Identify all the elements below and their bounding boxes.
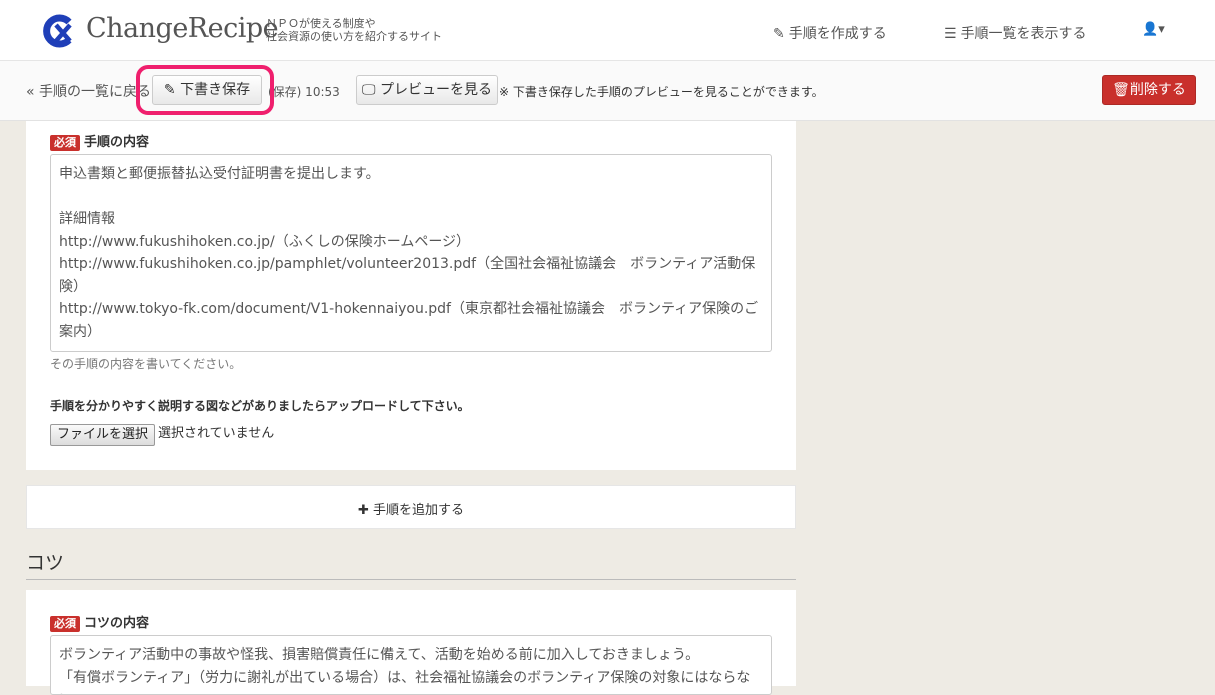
tips-panel: 必須コツの内容 ボランティア活動中の事故や怪我、損害賠償責任に備えて、活動を始め… <box>26 590 796 686</box>
tips-content-label-text: コツの内容 <box>84 616 149 631</box>
textarea-line: 「有償ボランティア」（労力に謝礼が出ている場合）は、社会福祉協議会のボランティア… <box>59 667 763 695</box>
nav-step-list-label: 手順一覧を表示する <box>961 26 1087 42</box>
monitor-icon: 🖵 <box>362 82 380 98</box>
textarea-line: ボランティア活動中の事故や怪我、損害賠償責任に備えて、活動を始める前に加入してお… <box>59 644 763 667</box>
caret-down-icon: ▾ <box>1158 22 1165 37</box>
textarea-line: 詳細情報 <box>59 208 763 231</box>
user-menu[interactable]: 👤▾ <box>1142 22 1165 37</box>
back-to-list-link[interactable]: « 手順の一覧に戻る <box>26 81 151 101</box>
delete-label: 削除する <box>1130 82 1186 98</box>
nav-create-step-label: 手順を作成する <box>789 26 887 42</box>
top-navbar: ChangeRecipe ＮＰＯが使える制度や 社会資源の使い方を紹介するサイト… <box>0 0 1215 61</box>
textarea-line: 申込書類と郵便振替払込受付証明書を提出します。 <box>59 163 763 186</box>
site-tagline: ＮＰＯが使える制度や 社会資源の使い方を紹介するサイト <box>266 17 442 43</box>
tagline-line-1: ＮＰＯが使える制度や <box>266 17 442 30</box>
upload-label: 手順を分かりやすく説明する図などがありましたらアップロードして下さい。 <box>50 397 470 414</box>
step-content-label: 必須手順の内容 <box>50 131 149 151</box>
preview-note: ※ 下書き保存した手順のプレビューを見ることができます。 <box>499 83 824 100</box>
textarea-line: http://www.tokyo-fk.com/document/V1-hoke… <box>59 298 763 321</box>
logo-text[interactable]: ChangeRecipe <box>86 13 278 44</box>
tagline-line-2: 社会資源の使い方を紹介するサイト <box>266 30 442 43</box>
user-icon: 👤 <box>1142 22 1158 37</box>
step-help-text: その手順の内容を書いてください。 <box>50 355 241 372</box>
textarea-line: 険） <box>59 276 763 299</box>
nav-create-step[interactable]: ✎手順を作成する <box>773 23 887 43</box>
add-step-panel[interactable]: ✚ 手順を追加する <box>26 485 796 529</box>
textarea-line: 案内） <box>59 321 763 344</box>
file-status: 選択されていません <box>158 422 274 441</box>
trash-icon: 🗑 <box>1112 82 1130 98</box>
delete-button[interactable]: 🗑削除する <box>1102 75 1196 105</box>
textarea-line <box>59 186 763 209</box>
textarea-line: http://www.fukushihoken.co.jp/pamphlet/v… <box>59 253 763 276</box>
step-content-textarea[interactable]: 申込書類と郵便振替払込受付証明書を提出します。 詳細情報 http://www.… <box>50 154 772 352</box>
required-badge: 必須 <box>50 616 80 632</box>
tips-content-textarea[interactable]: ボランティア活動中の事故や怪我、損害賠償責任に備えて、活動を始める前に加入してお… <box>50 635 772 695</box>
tips-content-label: 必須コツの内容 <box>50 612 149 632</box>
section-divider <box>26 579 796 580</box>
preview-button[interactable]: 🖵 プレビューを見る <box>356 75 498 105</box>
save-status: (保存) 10:53 <box>268 83 340 100</box>
list-icon: ☰ <box>944 26 957 42</box>
tips-section-title: コツ <box>26 548 64 575</box>
logo-icon[interactable] <box>42 14 78 48</box>
preview-label: プレビューを見る <box>380 82 492 98</box>
textarea-line: http://www.fukushihoken.co.jp/（ふくしの保険ホーム… <box>59 231 763 254</box>
add-step-button[interactable]: ✚ 手順を追加する <box>358 499 464 518</box>
edit-icon: ✎ <box>773 26 785 42</box>
step-content-label-text: 手順の内容 <box>84 135 149 150</box>
choose-file-button[interactable]: ファイルを選択 <box>50 424 155 446</box>
save-draft-highlight <box>136 65 274 115</box>
nav-step-list[interactable]: ☰手順一覧を表示する <box>944 23 1087 43</box>
step-panel: 必須手順の内容 申込書類と郵便振替払込受付証明書を提出します。 詳細情報 htt… <box>26 121 796 470</box>
required-badge: 必須 <box>50 135 80 151</box>
